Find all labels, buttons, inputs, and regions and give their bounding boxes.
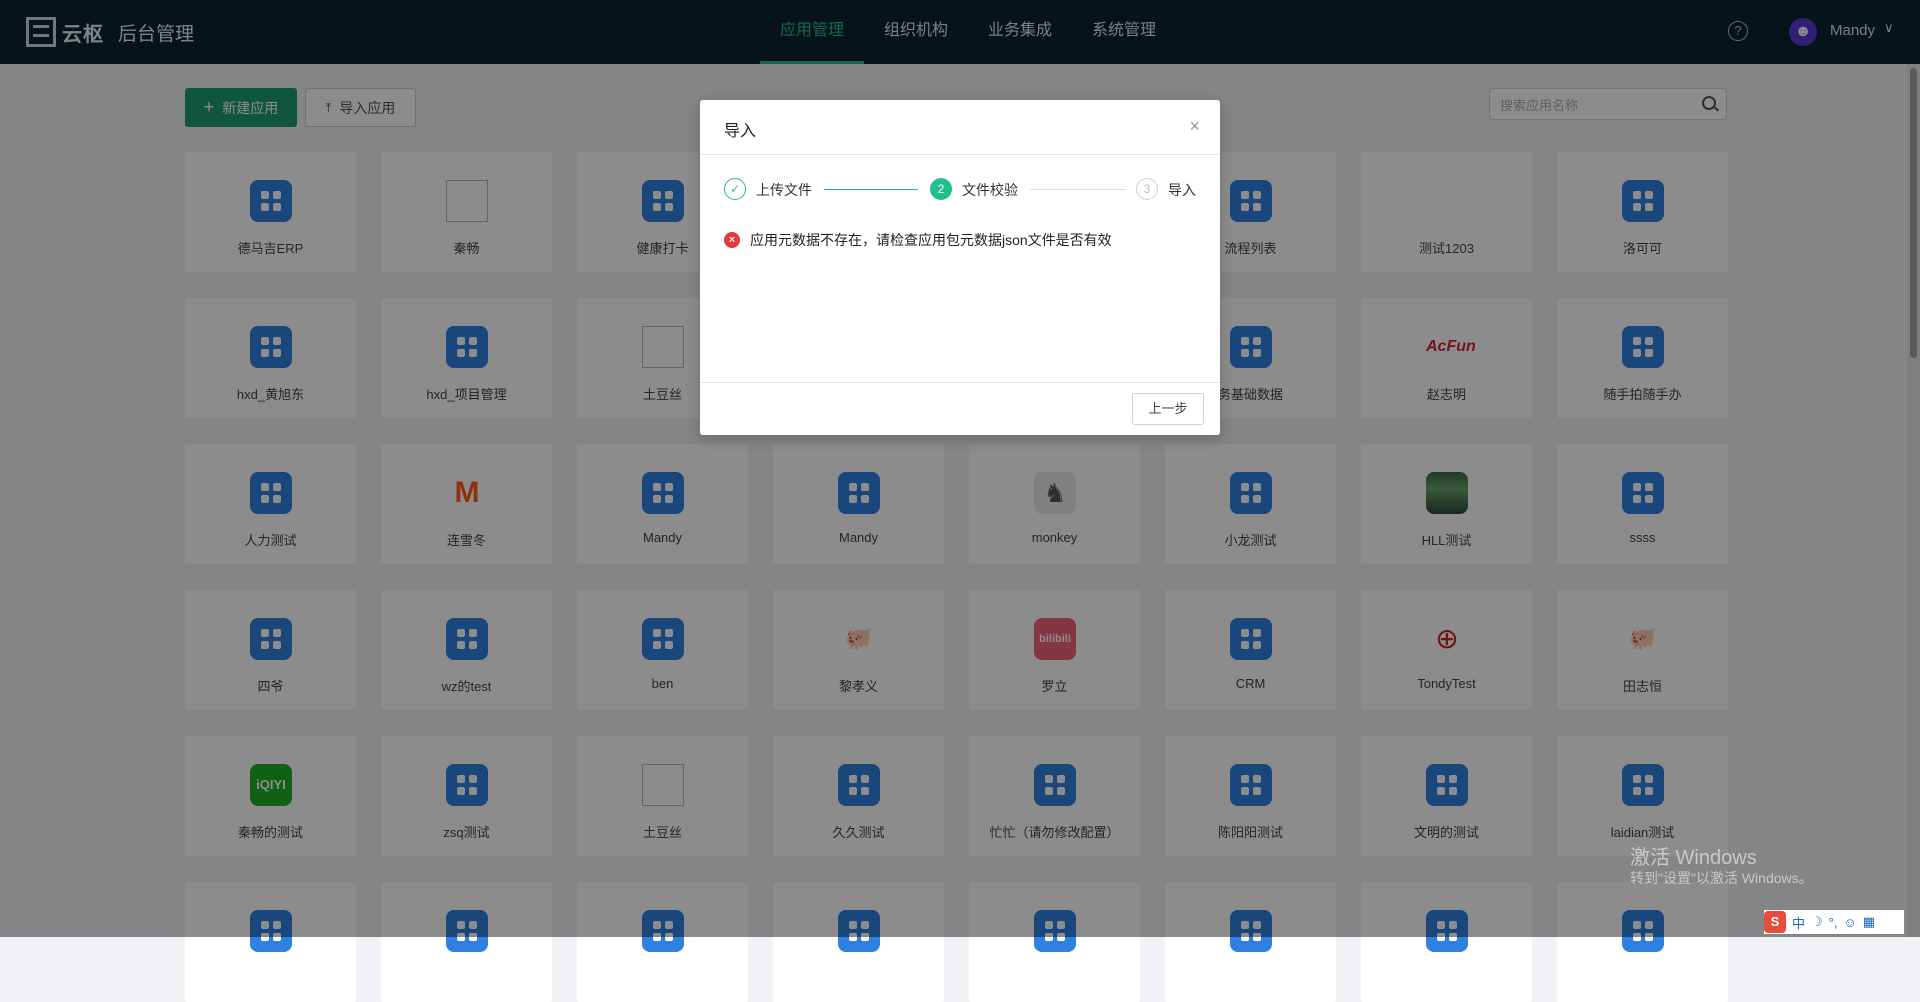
dialog-title: 导入 [724, 123, 757, 140]
ime-emoji-icon[interactable]: ☺ [1843, 915, 1856, 930]
windows-activation-title: 激活 Windows [1630, 847, 1757, 869]
step-import-label: 导入 [1168, 182, 1196, 198]
windows-activation-hint: 转到"设置"以激活 Windows。 [1630, 870, 1813, 886]
step-done-check-icon: ✓ [724, 178, 746, 200]
error-message: × 应用元数据不存在，请检查应用包元数据json文件是否有效 [724, 230, 1112, 250]
ime-keyboard-icon[interactable]: ▦ [1863, 914, 1875, 930]
step-wait-indicator: 3 [1136, 178, 1158, 200]
step-upload-label: 上传文件 [756, 182, 812, 198]
ime-moon-icon[interactable]: ☽ [1811, 914, 1823, 930]
ime-logo-icon[interactable]: S [1764, 911, 1786, 933]
import-steps: ✓ 上传文件 2 文件校验 3 导入 [724, 178, 1196, 202]
dialog-footer: 上一步 [700, 382, 1220, 435]
ime-mode-icon[interactable]: 中 [1792, 913, 1805, 932]
previous-step-button[interactable]: 上一步 [1132, 393, 1204, 425]
ime-punct-icon[interactable]: °, [1829, 915, 1838, 930]
import-dialog: 导入 × ✓ 上传文件 2 文件校验 3 导入 × 应用元数据不存在，请检查应用… [700, 100, 1220, 435]
ime-toolbar[interactable]: S 中 ☽ °, ☺ ▦ [1764, 910, 1904, 934]
close-icon[interactable]: × [1189, 117, 1200, 135]
error-icon: × [724, 232, 740, 248]
step-connector-pending [1030, 189, 1126, 190]
step-connector-done [824, 189, 918, 190]
step-verify-label: 文件校验 [962, 182, 1018, 198]
dialog-header: 导入 × [700, 100, 1220, 155]
step-active-indicator: 2 [930, 178, 952, 200]
error-text: 应用元数据不存在，请检查应用包元数据json文件是否有效 [750, 232, 1112, 248]
